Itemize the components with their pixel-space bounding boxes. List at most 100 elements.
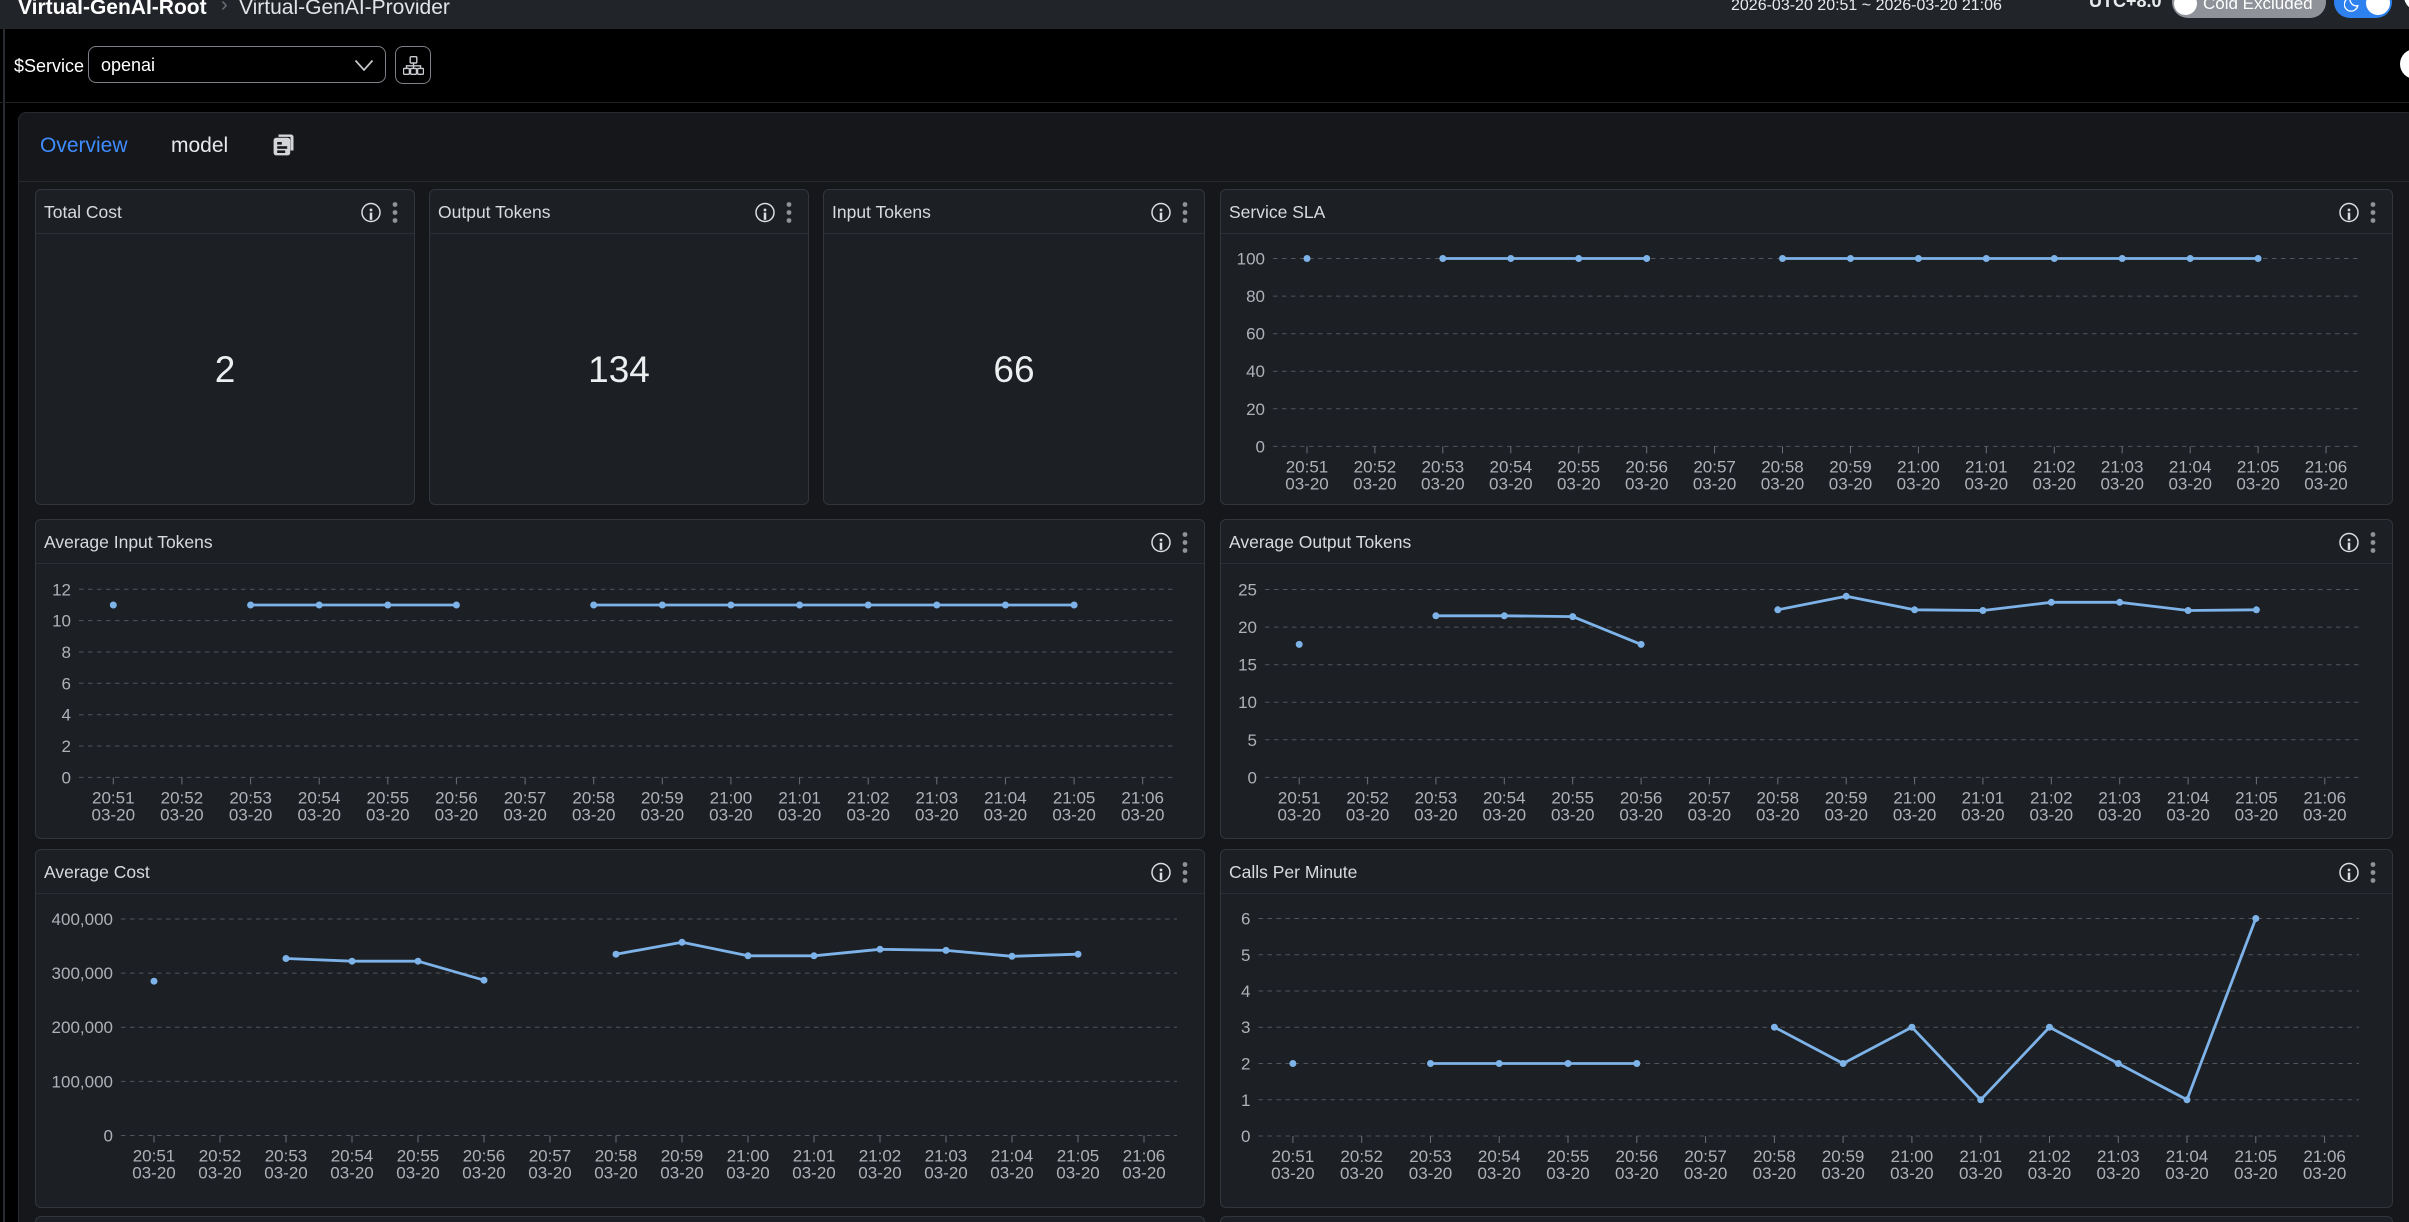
svg-text:03-20: 03-20 [2028,1164,2071,1183]
svg-text:03-20: 03-20 [1756,805,1799,824]
svg-text:03-20: 03-20 [915,805,958,824]
svg-text:8: 8 [62,643,71,662]
svg-text:400,000: 400,000 [52,910,113,929]
svg-text:03-20: 03-20 [2030,805,2073,824]
svg-text:0: 0 [1256,437,1265,456]
svg-text:300,000: 300,000 [52,964,113,983]
svg-text:100,000: 100,000 [52,1072,113,1091]
svg-text:0: 0 [1248,768,1257,787]
svg-text:03-20: 03-20 [1271,1164,1314,1183]
svg-text:03-20: 03-20 [503,805,546,824]
svg-text:03-20: 03-20 [2098,805,2141,824]
svg-text:03-20: 03-20 [1761,474,1804,493]
svg-text:03-20: 03-20 [1893,805,1936,824]
svg-text:10: 10 [1238,693,1257,712]
svg-text:03-20: 03-20 [594,1164,637,1183]
svg-text:03-20: 03-20 [1414,805,1457,824]
svg-text:03-20: 03-20 [2235,805,2278,824]
svg-text:03-20: 03-20 [1483,805,1526,824]
svg-text:03-20: 03-20 [1489,474,1532,493]
svg-text:03-20: 03-20 [1121,805,1164,824]
svg-text:03-20: 03-20 [396,1164,439,1183]
svg-text:03-20: 03-20 [1353,474,1396,493]
svg-text:6: 6 [1241,910,1250,929]
svg-text:03-20: 03-20 [1557,474,1600,493]
svg-text:03-20: 03-20 [264,1164,307,1183]
svg-text:03-20: 03-20 [1684,1164,1727,1183]
svg-text:03-20: 03-20 [1961,805,2004,824]
svg-text:03-20: 03-20 [1829,474,1872,493]
svg-text:03-20: 03-20 [1824,805,1867,824]
svg-text:4: 4 [62,706,71,725]
svg-text:03-20: 03-20 [92,805,135,824]
svg-text:03-20: 03-20 [2165,1164,2208,1183]
svg-text:5: 5 [1241,946,1250,965]
svg-text:03-20: 03-20 [330,1164,373,1183]
svg-text:03-20: 03-20 [462,1164,505,1183]
svg-text:2: 2 [62,737,71,756]
svg-text:03-20: 03-20 [528,1164,571,1183]
svg-text:03-20: 03-20 [2303,1164,2346,1183]
svg-text:03-20: 03-20 [1959,1164,2002,1183]
svg-text:03-20: 03-20 [1615,1164,1658,1183]
svg-text:03-20: 03-20 [792,1164,835,1183]
svg-text:80: 80 [1246,287,1265,306]
svg-text:03-20: 03-20 [297,805,340,824]
svg-text:03-20: 03-20 [984,805,1027,824]
svg-text:03-20: 03-20 [1693,474,1736,493]
svg-text:03-20: 03-20 [2168,474,2211,493]
svg-text:03-20: 03-20 [2097,1164,2140,1183]
svg-text:0: 0 [104,1127,113,1146]
svg-text:20: 20 [1246,400,1265,419]
svg-text:03-20: 03-20 [1897,474,1940,493]
svg-text:03-20: 03-20 [1409,1164,1452,1183]
svg-text:03-20: 03-20 [858,1164,901,1183]
svg-text:03-20: 03-20 [1277,805,1320,824]
svg-text:60: 60 [1246,325,1265,344]
svg-text:03-20: 03-20 [1122,1164,1165,1183]
svg-text:03-20: 03-20 [435,805,478,824]
svg-text:03-20: 03-20 [2033,474,2076,493]
svg-text:0: 0 [62,768,71,787]
svg-text:40: 40 [1246,362,1265,381]
svg-text:03-20: 03-20 [1890,1164,1933,1183]
svg-text:03-20: 03-20 [572,805,615,824]
svg-text:03-20: 03-20 [709,805,752,824]
svg-text:03-20: 03-20 [924,1164,967,1183]
svg-text:03-20: 03-20 [2303,805,2346,824]
svg-text:03-20: 03-20 [1619,805,1662,824]
svg-text:03-20: 03-20 [1821,1164,1864,1183]
svg-text:03-20: 03-20 [2236,474,2279,493]
svg-text:03-20: 03-20 [990,1164,1033,1183]
svg-text:15: 15 [1238,656,1257,675]
svg-text:03-20: 03-20 [160,805,203,824]
svg-text:2: 2 [1241,1055,1250,1074]
svg-text:5: 5 [1248,731,1257,750]
svg-text:03-20: 03-20 [2304,474,2347,493]
svg-text:03-20: 03-20 [1965,474,2008,493]
svg-text:03-20: 03-20 [366,805,409,824]
svg-text:100: 100 [1237,250,1265,269]
svg-text:6: 6 [62,674,71,693]
svg-text:03-20: 03-20 [726,1164,769,1183]
svg-text:03-20: 03-20 [641,805,684,824]
svg-text:03-20: 03-20 [1753,1164,1796,1183]
svg-text:03-20: 03-20 [2166,805,2209,824]
svg-text:03-20: 03-20 [1285,474,1328,493]
svg-text:4: 4 [1241,982,1250,1001]
svg-text:03-20: 03-20 [132,1164,175,1183]
svg-text:03-20: 03-20 [1546,1164,1589,1183]
svg-text:12: 12 [52,580,71,599]
svg-text:10: 10 [52,612,71,631]
svg-text:03-20: 03-20 [1052,805,1095,824]
svg-text:03-20: 03-20 [660,1164,703,1183]
svg-text:0: 0 [1241,1127,1250,1146]
svg-text:03-20: 03-20 [1056,1164,1099,1183]
svg-text:03-20: 03-20 [1625,474,1668,493]
svg-text:200,000: 200,000 [52,1018,113,1037]
svg-text:25: 25 [1238,581,1257,600]
svg-text:1: 1 [1241,1091,1250,1110]
svg-text:20: 20 [1238,618,1257,637]
svg-text:03-20: 03-20 [1346,805,1389,824]
svg-text:03-20: 03-20 [229,805,272,824]
